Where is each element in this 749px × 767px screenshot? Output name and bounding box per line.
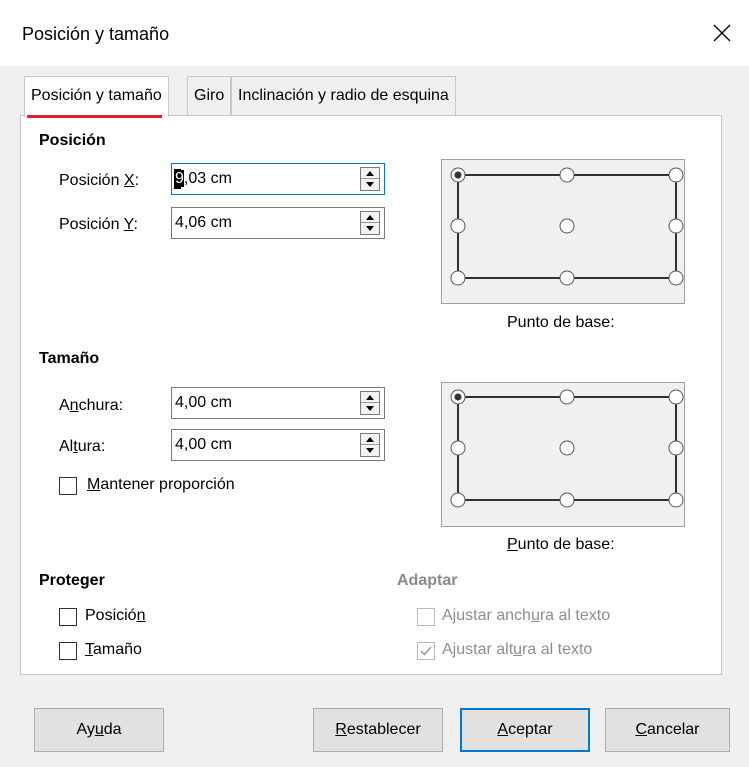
base-point-bottom-center[interactable]: [559, 270, 575, 286]
keep-ratio-checkbox[interactable]: [59, 477, 77, 495]
protect-size-checkbox[interactable]: [59, 642, 77, 660]
ok-button[interactable]: Aceptar: [460, 708, 590, 752]
base-point-bottom-right[interactable]: [668, 492, 684, 508]
fit-width-label: Ajustar anchura al texto: [442, 607, 611, 624]
base-point-bottom-left[interactable]: [450, 492, 466, 508]
tab-panel: Posición Posición X: 9,03 cm Posición Y:…: [20, 115, 722, 675]
tab-position-size[interactable]: Posición y tamaño: [24, 76, 169, 118]
width-field[interactable]: 4,00 cm: [171, 387, 385, 419]
height-value: 4,00 cm: [175, 436, 232, 453]
position-y-spinner: [360, 211, 380, 235]
position-y-field[interactable]: 4,06 cm: [171, 207, 385, 239]
position-x-spinner: [360, 167, 380, 191]
position-x-field[interactable]: 9,03 cm: [171, 163, 385, 195]
tab-label: Posición y tamaño: [31, 87, 162, 104]
base-point-middle-left[interactable]: [450, 440, 466, 456]
decrement-button[interactable]: [361, 445, 379, 456]
base-point-bottom-left[interactable]: [450, 270, 466, 286]
base-point-top-right[interactable]: [668, 167, 684, 183]
position-base-point-label: Punto de base:: [507, 314, 615, 331]
keep-ratio-label: Mantener proporción: [87, 476, 235, 493]
increment-button[interactable]: [361, 212, 379, 223]
base-point-bottom-right[interactable]: [668, 270, 684, 286]
height-field[interactable]: 4,00 cm: [171, 429, 385, 461]
tab-rotation[interactable]: Giro: [187, 76, 232, 116]
selected-point-dot: [454, 171, 462, 179]
height-spinner: [360, 433, 380, 457]
increment-button[interactable]: [361, 168, 379, 179]
size-base-point-selector[interactable]: [441, 382, 685, 527]
selected-point-dot: [454, 393, 462, 401]
width-spinner: [360, 391, 380, 415]
base-point-middle-left[interactable]: [450, 218, 466, 234]
help-button[interactable]: Ayuda: [34, 708, 164, 752]
dialog-title: Posición y tamaño: [22, 24, 170, 44]
width-label: Anchura:: [59, 397, 124, 414]
tab-active-indicator: [27, 115, 162, 118]
protect-position-checkbox[interactable]: [59, 608, 77, 626]
tab-slant-corner-radius[interactable]: Inclinación y radio de esquina: [231, 76, 456, 116]
position-x-value: 9,03 cm: [175, 170, 232, 187]
base-point-center[interactable]: [559, 218, 575, 234]
base-point-middle-right[interactable]: [668, 218, 684, 234]
size-heading: Tamaño: [39, 350, 100, 367]
protect-position-label: Posición: [85, 607, 146, 624]
checkmark-icon: [420, 646, 432, 656]
base-point-top-right[interactable]: [668, 389, 684, 405]
fit-width-checkbox[interactable]: [417, 608, 435, 626]
size-base-point-label: Punto de base:: [507, 536, 615, 553]
position-y-label: Posición Y:: [59, 216, 138, 233]
position-base-point-selector[interactable]: [441, 159, 685, 304]
title-bar: Posición y tamaño: [0, 0, 749, 66]
increment-button[interactable]: [361, 434, 379, 445]
protect-heading: Proteger: [39, 572, 105, 589]
adapt-heading: Adaptar: [397, 572, 458, 589]
width-value: 4,00 cm: [175, 394, 232, 411]
position-x-label: Posición X:: [59, 172, 140, 189]
close-icon: [713, 24, 731, 42]
position-heading: Posición: [39, 132, 106, 149]
tab-label: Giro: [194, 87, 225, 104]
fit-height-checkbox[interactable]: [417, 642, 435, 660]
height-label: Altura:: [59, 438, 106, 455]
tab-label: Inclinación y radio de esquina: [238, 87, 449, 104]
fit-height-label: Ajustar altura al texto: [442, 641, 593, 658]
base-point-middle-right[interactable]: [668, 440, 684, 456]
protect-size-label: Tamaño: [85, 641, 142, 658]
base-point-grid: [450, 389, 684, 508]
close-button[interactable]: [707, 16, 739, 50]
base-point-top-center[interactable]: [559, 167, 575, 183]
decrement-button[interactable]: [361, 223, 379, 234]
decrement-button[interactable]: [361, 403, 379, 414]
base-point-bottom-center[interactable]: [559, 492, 575, 508]
cancel-button[interactable]: Cancelar: [605, 708, 730, 752]
decrement-button[interactable]: [361, 179, 379, 190]
increment-button[interactable]: [361, 392, 379, 403]
base-point-top-center[interactable]: [559, 389, 575, 405]
base-point-grid: [450, 167, 684, 286]
reset-button[interactable]: Restablecer: [313, 708, 443, 752]
base-point-center[interactable]: [559, 440, 575, 456]
position-y-value: 4,06 cm: [175, 214, 232, 231]
